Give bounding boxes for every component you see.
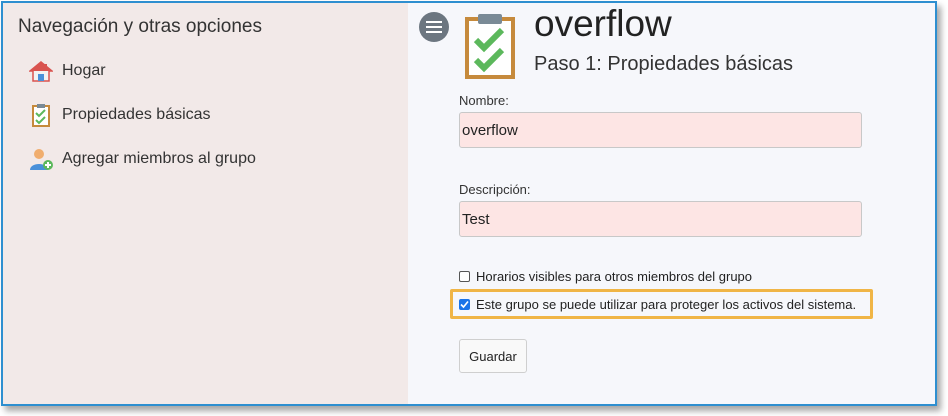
name-label: Nombre: xyxy=(459,93,509,108)
name-field[interactable]: overflow xyxy=(459,112,862,148)
sidebar-title: Navegación y otras opciones xyxy=(18,16,262,37)
schedules-visible-checkbox[interactable] xyxy=(459,271,470,282)
description-label: Descripción: xyxy=(459,182,531,197)
main-content: overflow Paso 1: Propiedades básicas Nom… xyxy=(408,3,935,404)
sidebar-item-label: Propiedades básicas xyxy=(62,106,211,123)
clipboard-check-icon xyxy=(28,102,54,128)
protect-assets-label: Este grupo se puede utilizar para proteg… xyxy=(476,297,857,312)
page-title: overflow xyxy=(534,3,672,44)
add-user-icon xyxy=(28,146,54,172)
hamburger-icon xyxy=(426,21,442,33)
menu-toggle-button[interactable] xyxy=(419,12,449,42)
sidebar-item-label: Agregar miembros al grupo xyxy=(62,150,256,167)
protect-assets-checkbox[interactable] xyxy=(459,299,470,310)
sidebar-item-add-members[interactable]: Agregar miembros al grupo xyxy=(28,145,256,173)
checkmark-icon xyxy=(460,300,469,309)
sidebar: Navegación y otras opciones Hogar Propie… xyxy=(3,3,408,404)
schedules-visible-label: Horarios visibles para otros miembros de… xyxy=(476,269,753,284)
protect-assets-option[interactable]: Este grupo se puede utilizar para proteg… xyxy=(459,297,856,312)
schedules-visible-option[interactable]: Horarios visibles para otros miembros de… xyxy=(459,269,752,284)
description-field[interactable]: Test xyxy=(459,201,862,237)
sidebar-item-basic-properties[interactable]: Propiedades básicas xyxy=(28,101,211,129)
app-window: Navegación y otras opciones Hogar Propie… xyxy=(1,1,937,406)
sidebar-item-home[interactable]: Hogar xyxy=(28,57,106,85)
clipboard-check-icon xyxy=(464,12,516,85)
sidebar-item-label: Hogar xyxy=(62,62,106,79)
home-icon xyxy=(28,58,54,84)
save-button[interactable]: Guardar xyxy=(459,339,527,373)
step-title: Paso 1: Propiedades básicas xyxy=(534,53,794,75)
